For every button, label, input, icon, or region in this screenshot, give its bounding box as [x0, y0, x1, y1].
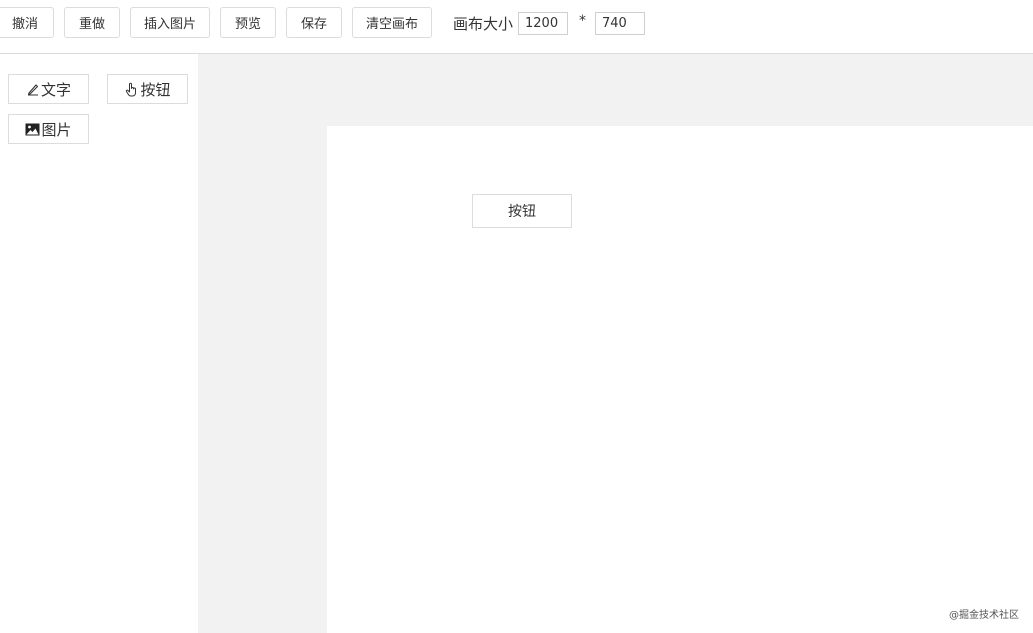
- canvas-size-label: 画布大小: [453, 15, 514, 33]
- sidebar-item-button[interactable]: 按钮: [107, 74, 188, 104]
- sidebar-item-label: 文字: [40, 80, 71, 99]
- toolbar: 撤消 重做 插入图片 预览 保存 清空画布 画布大小 *: [0, 0, 1033, 54]
- save-button[interactable]: 保存: [286, 7, 342, 38]
- sidebar-item-text[interactable]: 文字: [8, 74, 89, 104]
- canvas-width-input[interactable]: [518, 12, 568, 35]
- sidebar-item-image[interactable]: 图片: [8, 114, 89, 144]
- preview-button[interactable]: 预览: [220, 7, 276, 38]
- redo-button[interactable]: 重做: [64, 7, 120, 38]
- canvas-height-input[interactable]: [595, 12, 645, 35]
- clear-canvas-button[interactable]: 清空画布: [352, 7, 432, 38]
- hand-pointer-icon: [124, 82, 139, 97]
- design-canvas[interactable]: [327, 126, 1033, 633]
- pencil-icon: [26, 82, 40, 96]
- image-icon: [25, 123, 40, 136]
- component-sidebar: 文字 按钮 图片: [0, 54, 198, 633]
- insert-image-button[interactable]: 插入图片: [130, 7, 210, 38]
- canvas-button-element[interactable]: 按钮: [472, 194, 572, 228]
- sidebar-item-label: 按钮: [140, 80, 171, 99]
- watermark: @掘金技术社区: [949, 610, 1019, 621]
- undo-button[interactable]: 撤消: [0, 7, 54, 38]
- sidebar-item-label: 图片: [41, 120, 72, 139]
- times-symbol: *: [579, 13, 586, 29]
